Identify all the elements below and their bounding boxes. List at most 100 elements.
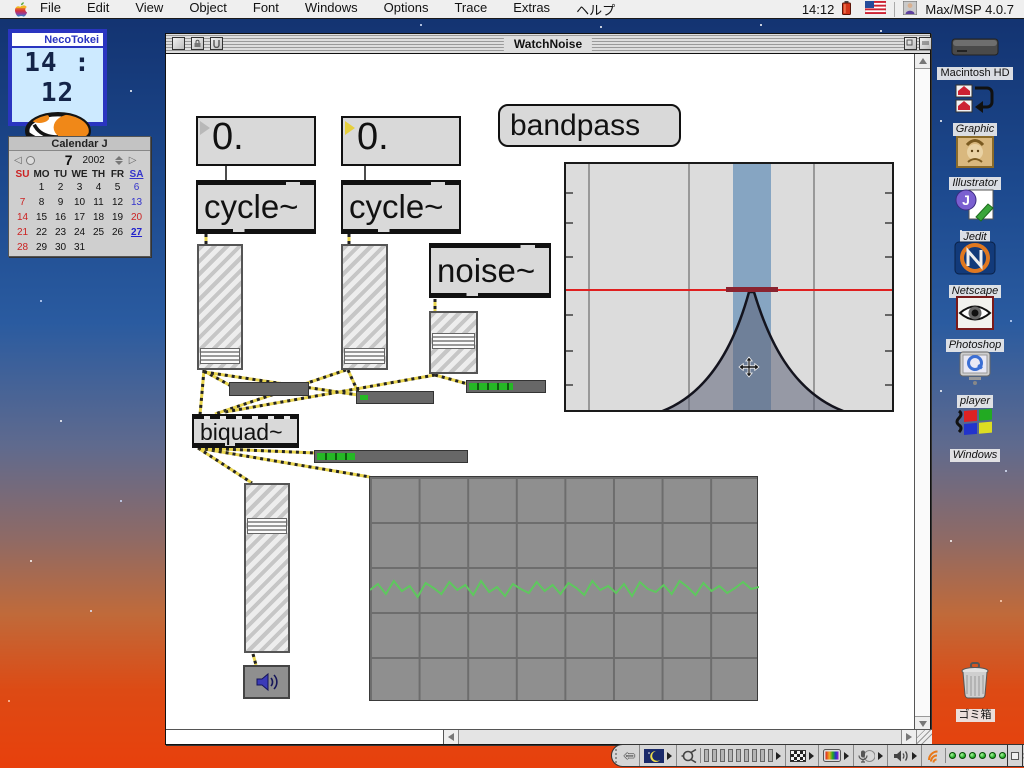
menu-object[interactable]: Object: [189, 0, 227, 19]
noise-gain-slider[interactable]: [429, 311, 478, 374]
horizontal-scrollbar[interactable]: [166, 729, 932, 744]
desktop-icon-jedit[interactable]: J Jedit: [932, 188, 1018, 245]
patcher-mode-icon[interactable]: [210, 37, 223, 50]
calendar-date-13[interactable]: 13: [127, 195, 146, 210]
noise-object[interactable]: noise~: [429, 243, 551, 298]
calendar-today-button[interactable]: [26, 156, 35, 165]
calendar-date-21[interactable]: 21: [13, 225, 32, 240]
application-menu-icon[interactable]: [903, 1, 917, 18]
calendar-date-4[interactable]: 4: [89, 180, 108, 195]
slider-handle[interactable]: [344, 348, 385, 364]
calendar-date-11[interactable]: 11: [89, 195, 108, 210]
filtergraph-display[interactable]: [564, 162, 894, 412]
necotokei-widget[interactable]: NecoTokei 14 : 12: [8, 29, 107, 126]
menu-trace[interactable]: Trace: [454, 0, 487, 19]
calendar-date-31[interactable]: 31: [70, 240, 89, 255]
control-strip-tab[interactable]: [612, 749, 620, 763]
calendar-date-27[interactable]: 27: [127, 225, 146, 240]
keyboard-flag-icon[interactable]: [865, 1, 886, 17]
menu-ヘルプ[interactable]: ヘルプ: [576, 0, 615, 19]
scroll-up-button[interactable]: [915, 54, 930, 69]
calendar-date-7[interactable]: 7: [13, 195, 32, 210]
control-strip[interactable]: ⇦: [611, 744, 1024, 767]
calendar-date-26[interactable]: 26: [108, 225, 127, 240]
float-numberbox-1[interactable]: 0.: [196, 116, 316, 166]
menu-file[interactable]: File: [40, 0, 61, 19]
calendar-date-22[interactable]: 22: [32, 225, 51, 240]
calendar-date-2[interactable]: 2: [51, 180, 70, 195]
frequency-slider-2[interactable]: [341, 244, 388, 370]
calendar-date-9[interactable]: 9: [51, 195, 70, 210]
calendar-date-5[interactable]: 5: [108, 180, 127, 195]
lock-icon[interactable]: [191, 37, 204, 50]
desktop-icon-macintosh-hd[interactable]: Macintosh HD: [932, 36, 1018, 81]
menu-options[interactable]: Options: [384, 0, 429, 19]
desktop-icon-photoshop[interactable]: Photoshop: [932, 296, 1018, 353]
calendar-date-28[interactable]: 28: [13, 240, 32, 255]
patcher-canvas[interactable]: 0. 0. cycle~ cycle~ bandpass noise~ biqu…: [167, 54, 915, 731]
calendar-date-23[interactable]: 23: [51, 225, 70, 240]
calendar-date-15[interactable]: 15: [32, 210, 51, 225]
desktop-icon-windows[interactable]: Windows: [932, 402, 1018, 463]
apple-menu-icon[interactable]: [14, 2, 27, 17]
menu-edit[interactable]: Edit: [87, 0, 109, 19]
calendar-date-16[interactable]: 16: [51, 210, 70, 225]
calendar-date-18[interactable]: 18: [89, 210, 108, 225]
control-strip-end-button[interactable]: [1007, 744, 1023, 767]
slider-handle[interactable]: [200, 348, 240, 364]
biquad-object[interactable]: biquad~: [192, 414, 299, 448]
window-titlebar[interactable]: WatchNoise: [166, 34, 930, 54]
slider-handle[interactable]: [432, 333, 475, 349]
desktop-icon-netscape[interactable]: Netscape: [932, 240, 1018, 299]
menu-font[interactable]: Font: [253, 0, 279, 19]
calendar-date-14[interactable]: 14: [13, 210, 32, 225]
desktop-icon-player[interactable]: player: [932, 350, 1018, 409]
calendar-date-30[interactable]: 30: [51, 240, 70, 255]
desktop-icon-trash[interactable]: ゴミ箱: [932, 662, 1018, 723]
bandpass-popup-menu[interactable]: bandpass: [498, 104, 681, 147]
audio-on-off-button[interactable]: [243, 665, 290, 699]
cycle-object-1[interactable]: cycle~: [196, 180, 316, 234]
application-menu-name[interactable]: Max/MSP 4.0.7: [925, 2, 1014, 17]
menu-windows[interactable]: Windows: [305, 0, 358, 19]
menu-extras[interactable]: Extras: [513, 0, 550, 19]
scrollbar-track[interactable]: [459, 730, 901, 744]
calendar-next-button[interactable]: ▷: [129, 155, 137, 166]
battery-power-module[interactable]: [677, 745, 786, 766]
calendar-date-19[interactable]: 19: [108, 210, 127, 225]
signal-strength-module[interactable]: [922, 745, 1019, 766]
frequency-slider-1[interactable]: [197, 244, 243, 370]
desktop-icon-graphic[interactable]: Graphic: [932, 84, 1018, 137]
calendar-widget[interactable]: Calendar J ◁ 7 2002 ▷ SUMOTUWETHFRSA 123…: [8, 136, 151, 257]
calendar-prev-button[interactable]: ◁: [14, 155, 22, 166]
calendar-date-24[interactable]: 24: [70, 225, 89, 240]
calendar-date-20[interactable]: 20: [127, 210, 146, 225]
close-box[interactable]: [172, 37, 185, 50]
calendar-year-stepper[interactable]: [115, 156, 123, 165]
calendar-date-25[interactable]: 25: [89, 225, 108, 240]
cycle-object-2[interactable]: cycle~: [341, 180, 461, 234]
menu-view[interactable]: View: [135, 0, 163, 19]
resolution-module[interactable]: [819, 745, 854, 766]
volume-module[interactable]: [888, 745, 922, 766]
gain-handle[interactable]: [726, 287, 778, 292]
color-depth-module[interactable]: [786, 745, 819, 766]
energy-saver-module[interactable]: [640, 745, 677, 766]
scroll-right-button[interactable]: [901, 730, 916, 744]
scroll-left-button[interactable]: [444, 730, 459, 744]
collapse-box[interactable]: [919, 37, 932, 50]
calendar-date-1[interactable]: 1: [32, 180, 51, 195]
desktop-icon-illustrator[interactable]: Illustrator: [932, 136, 1018, 191]
menubar-clock[interactable]: 14:12: [802, 2, 835, 17]
float-numberbox-2[interactable]: 0.: [341, 116, 461, 166]
calendar-date-17[interactable]: 17: [70, 210, 89, 225]
calendar-date-8[interactable]: 8: [32, 195, 51, 210]
vertical-scrollbar[interactable]: [914, 54, 930, 731]
calendar-date-12[interactable]: 12: [108, 195, 127, 210]
calendar-date-6[interactable]: 6: [127, 180, 146, 195]
calendar-date-3[interactable]: 3: [70, 180, 89, 195]
collapse-strip-arrow[interactable]: ⇦: [620, 745, 640, 766]
calendar-date-29[interactable]: 29: [32, 240, 51, 255]
output-volume-slider[interactable]: [244, 483, 290, 653]
calendar-date-10[interactable]: 10: [70, 195, 89, 210]
